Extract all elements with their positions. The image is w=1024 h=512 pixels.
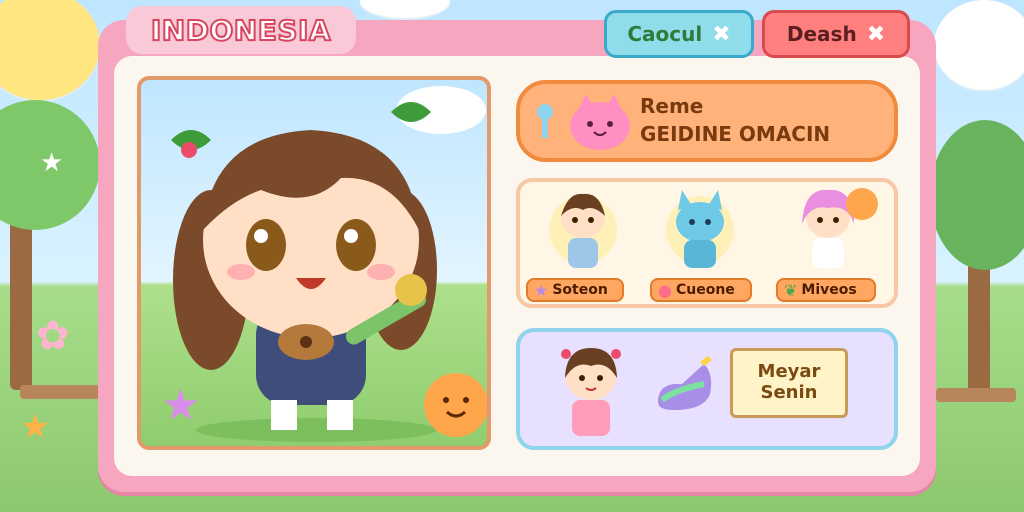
featured-title: Reme [640, 94, 704, 118]
rainbow-shoe-icon [658, 355, 712, 410]
speech-line-1: Meyar [757, 361, 821, 383]
character-chip-0[interactable]: ★ Soteon [526, 278, 624, 302]
death-button-label: Deash [786, 22, 857, 46]
character-label-1: Cueone [675, 282, 735, 298]
kimono-girl-avatar [561, 348, 621, 436]
character-cat-avatar[interactable] [660, 184, 740, 272]
pink-cat-blob-icon [570, 94, 630, 150]
speech-bubble: Meyar Senin [730, 348, 848, 418]
character-pink-hair-avatar[interactable] [788, 184, 878, 274]
cloud [360, 0, 450, 18]
chibi-girl-illustration: ★ [161, 86, 487, 442]
character-label-0: Soteon [552, 282, 608, 298]
death-button[interactable]: Deash ✖ [762, 10, 910, 58]
character-select-panel: ★ Soteon ● Cueone ❦ Miveos [516, 178, 898, 308]
character-chip-1[interactable]: ● Cueone [650, 278, 752, 302]
cloud [934, 0, 1024, 90]
featured-subtitle: GEIDINE OMACIN [640, 122, 831, 146]
page-title: INDONESIA [150, 13, 332, 48]
close-icon: ✖ [712, 21, 731, 47]
flower-decoration-icon: ✿ [36, 313, 70, 359]
character-portrait[interactable]: ★ [137, 76, 491, 450]
key-icon [537, 104, 553, 138]
gem-icon: ● [658, 280, 672, 300]
featured-item-panel[interactable]: Reme GEIDINE OMACIN [516, 80, 898, 162]
cancel-button[interactable]: Caocul ✖ [604, 10, 754, 58]
star-decoration-icon: ★ [20, 407, 51, 447]
close-icon: ✖ [866, 21, 886, 47]
title-tab: INDONESIA [126, 6, 356, 54]
leaf-icon: ❦ [784, 280, 798, 300]
star-icon: ★ [534, 280, 549, 300]
fence [20, 385, 100, 399]
speech-line-2: Senin [760, 382, 818, 403]
smiling-sun-cloud [0, 0, 100, 100]
character-girl-avatar[interactable] [548, 186, 618, 274]
tree [930, 120, 1024, 270]
star-decoration-icon: ★ [40, 148, 64, 178]
character-chip-2[interactable]: ❦ Miveos [776, 278, 876, 302]
svg-text:★: ★ [161, 380, 200, 431]
fence [936, 388, 1016, 402]
character-label-2: Miveos [801, 282, 857, 298]
cancel-button-label: Caocul [627, 22, 703, 46]
